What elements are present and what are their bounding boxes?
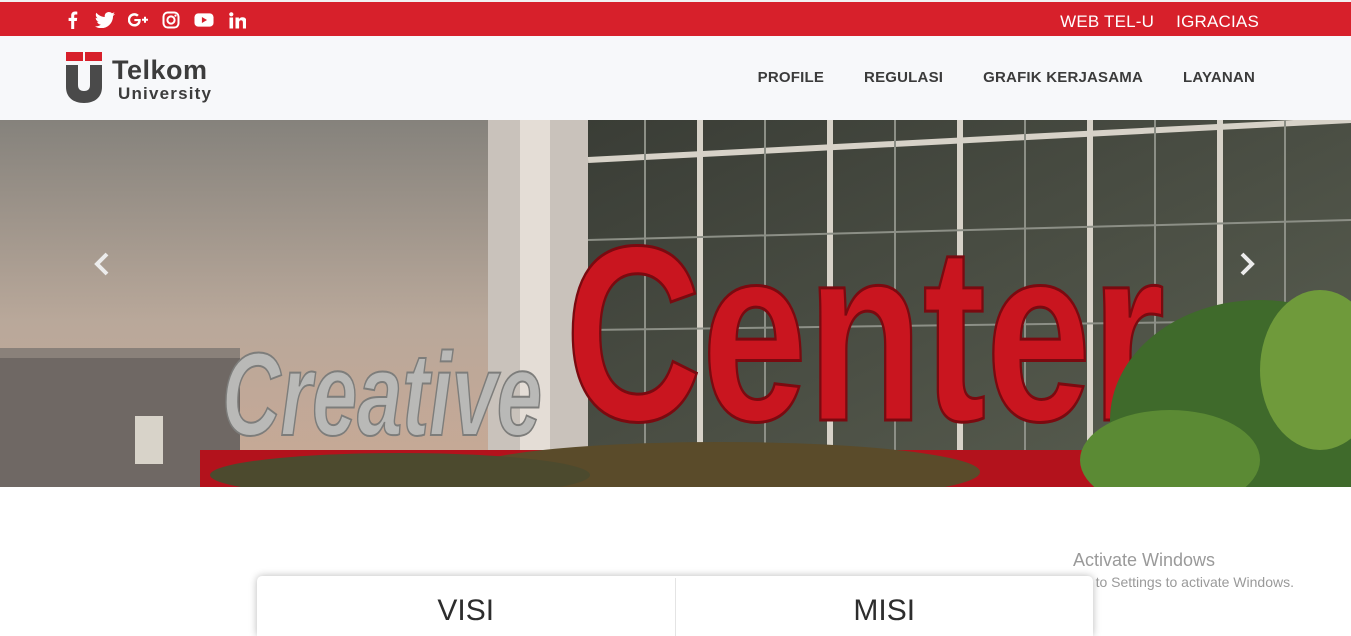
top-links: WEB TEL-U IGRACIAS <box>1060 12 1259 32</box>
watermark-title: Activate Windows <box>1073 550 1216 570</box>
youtube-icon[interactable] <box>194 11 214 29</box>
hero-carousel: Creative Center <box>0 120 1351 487</box>
linkedin-icon[interactable] <box>227 11 247 29</box>
visi-misi-card: VISI MISI <box>257 576 1093 636</box>
chevron-left-icon <box>94 252 109 276</box>
windows-activation-watermark: Activate Windows Go to Settings to activ… <box>1073 550 1294 590</box>
hero-sign-center: Center <box>565 194 1165 473</box>
top-bar: WEB TEL-U IGRACIAS <box>0 0 1351 36</box>
main-menu: PROFILE REGULASI GRAFIK KERJASAMA LAYANA… <box>758 69 1255 86</box>
google-plus-icon[interactable] <box>128 11 148 29</box>
igracias-link[interactable]: IGRACIAS <box>1176 12 1259 32</box>
chevron-right-icon <box>1240 252 1255 276</box>
watermark-subtitle: Go to Settings to activate Windows. <box>1073 574 1294 590</box>
social-links <box>62 11 247 29</box>
carousel-prev-button[interactable] <box>90 250 114 278</box>
misi-heading: MISI <box>853 594 916 627</box>
visi-heading: VISI <box>437 594 495 627</box>
web-telu-link[interactable]: WEB TEL-U <box>1060 12 1154 32</box>
logo-text-telkom: Telkom <box>112 55 208 85</box>
main-navbar: Telkom University PROFILE REGULASI GRAFI… <box>0 36 1351 120</box>
carousel-next-button[interactable] <box>1235 250 1259 278</box>
telkom-university-logo[interactable]: Telkom University <box>64 51 234 107</box>
logo-emblem-icon <box>66 52 102 103</box>
hero-image: Creative Center <box>0 120 1351 487</box>
logo-text-university: University <box>118 84 213 103</box>
menu-profile[interactable]: PROFILE <box>758 69 824 86</box>
hero-sign-creative: Creative <box>222 329 542 461</box>
menu-grafik-kerjasama[interactable]: GRAFIK KERJASAMA <box>983 69 1143 86</box>
facebook-icon[interactable] <box>62 11 82 29</box>
instagram-icon[interactable] <box>161 11 181 29</box>
twitter-icon[interactable] <box>95 11 115 29</box>
menu-regulasi[interactable]: REGULASI <box>864 69 943 86</box>
menu-layanan[interactable]: LAYANAN <box>1183 69 1255 86</box>
